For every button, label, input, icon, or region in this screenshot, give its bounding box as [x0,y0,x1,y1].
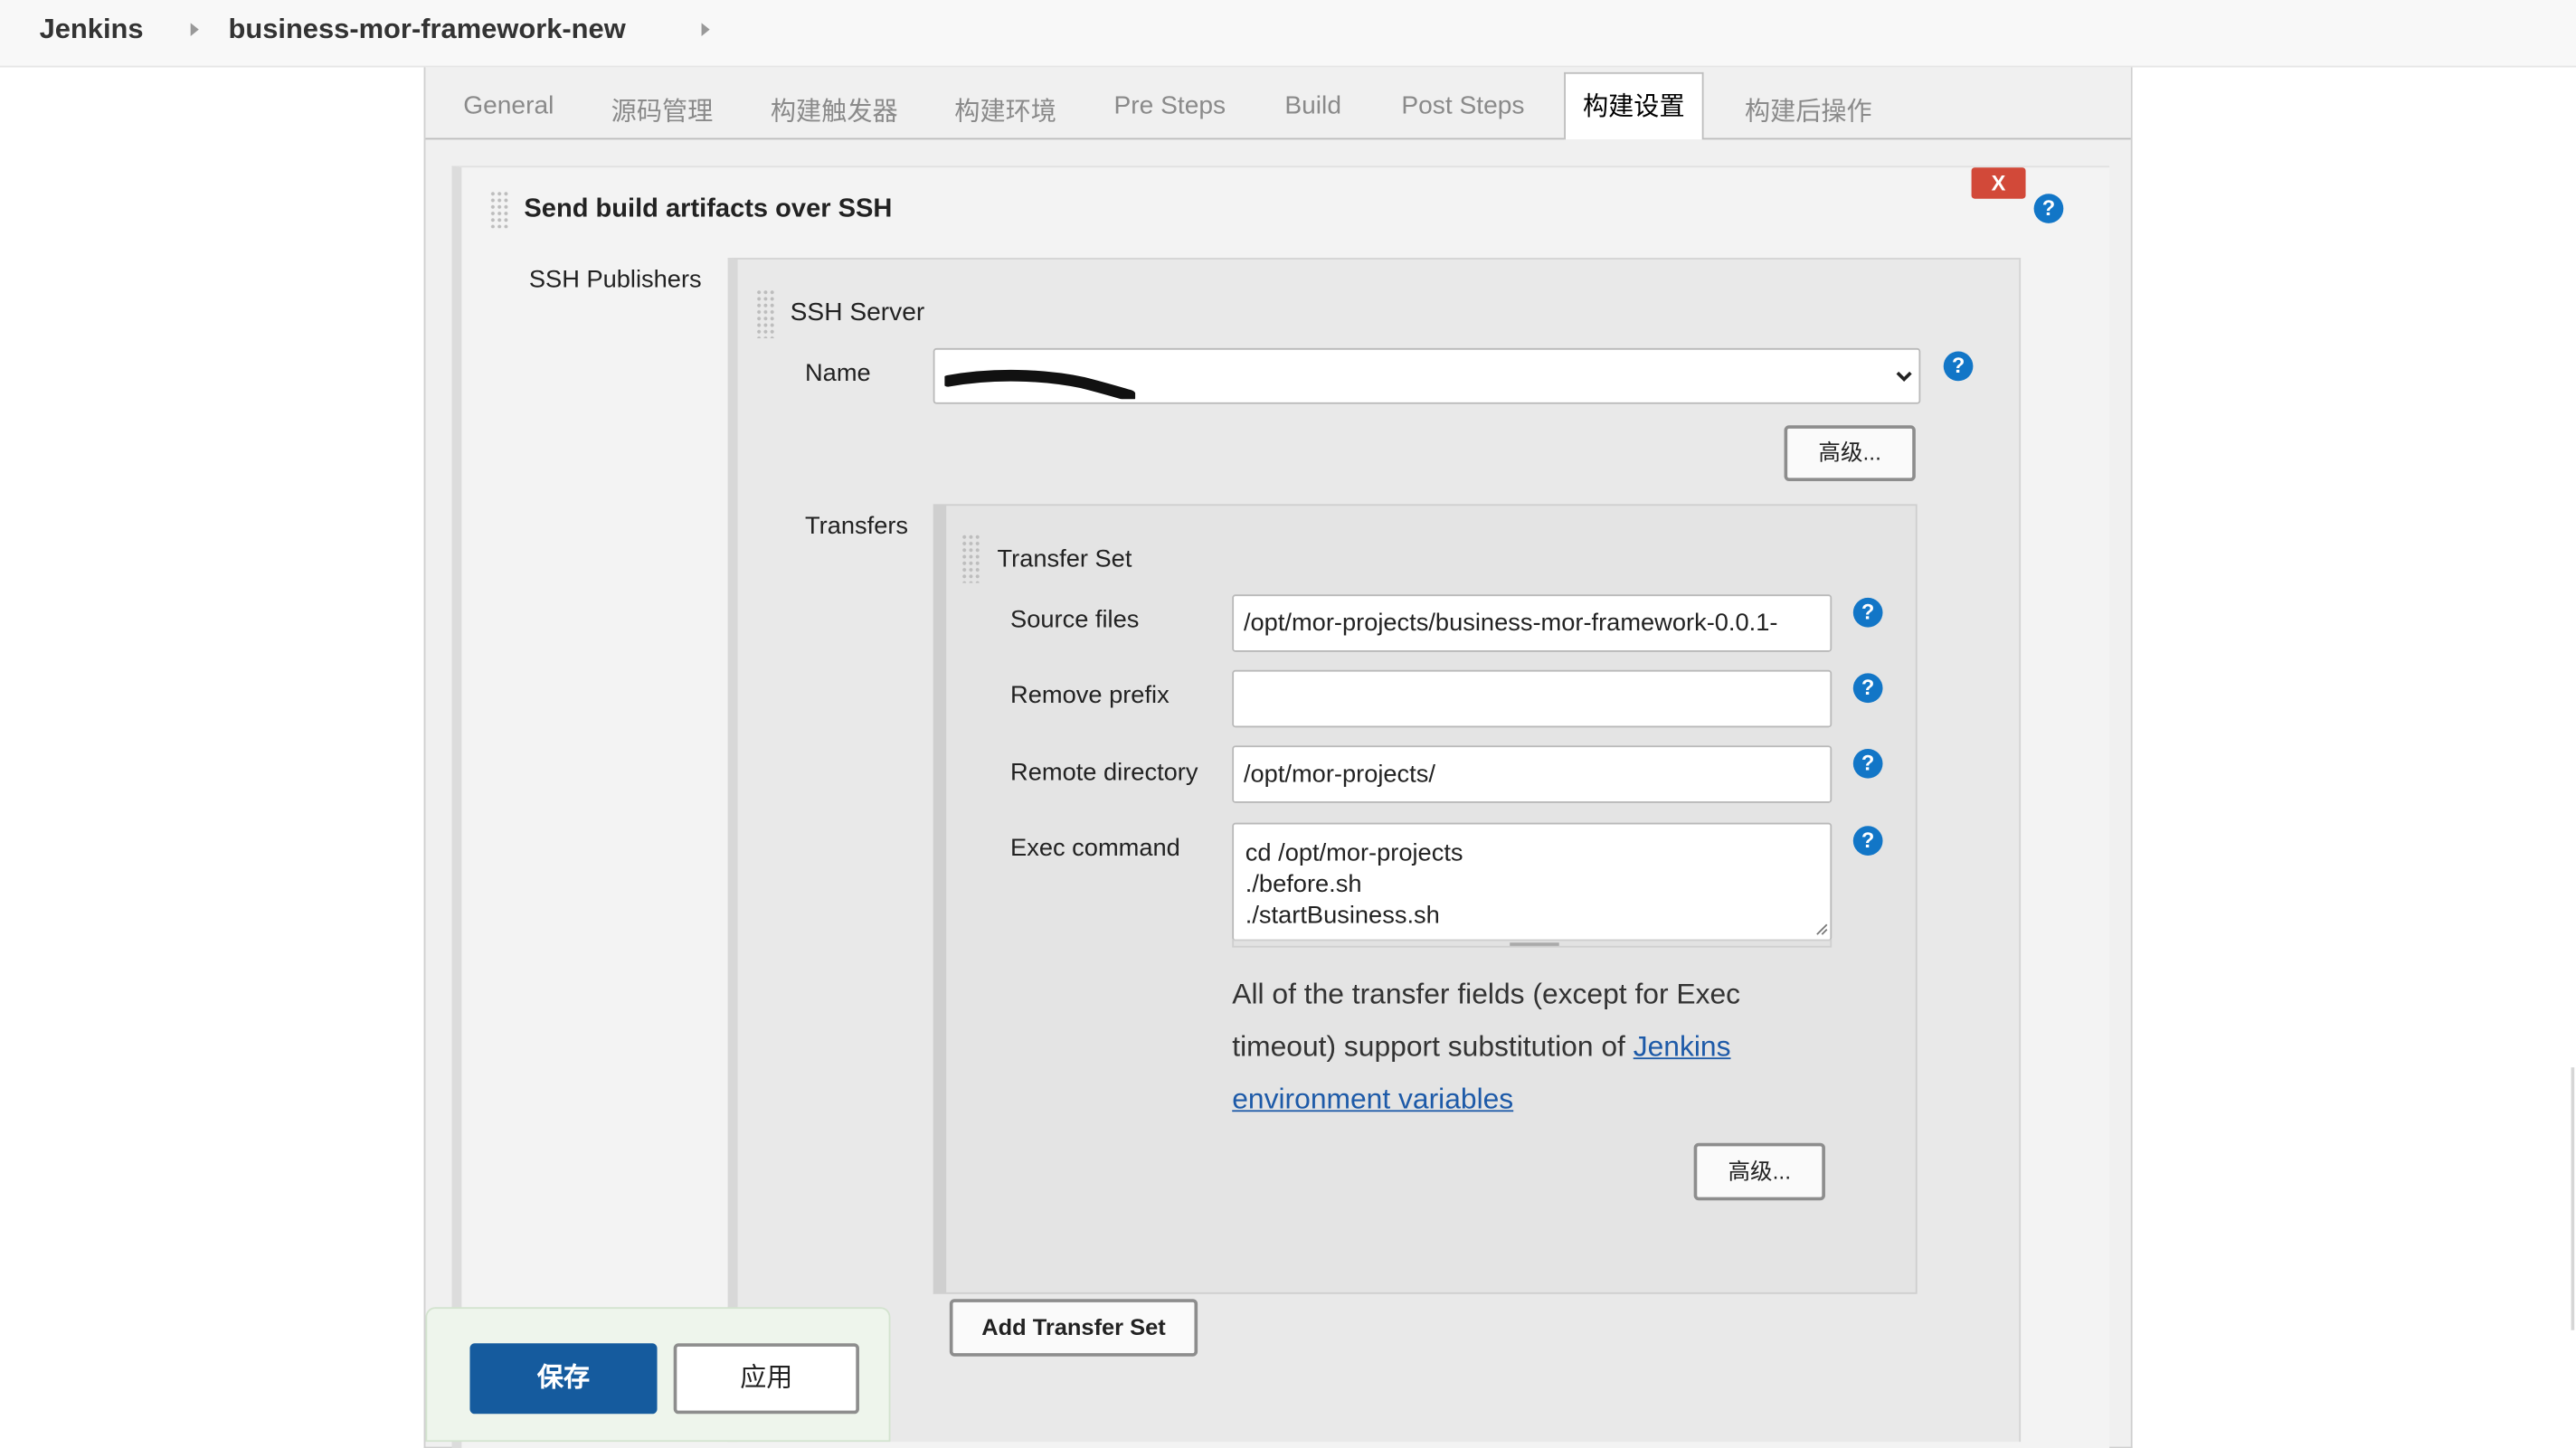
add-transfer-set-button[interactable]: Add Transfer Set [949,1299,1198,1357]
drag-handle-icon[interactable] [961,534,981,583]
tab-build[interactable]: Build [1284,92,1341,122]
breadcrumb-separator-icon[interactable] [701,23,710,36]
help-icon[interactable]: ? [1852,597,1883,628]
tab-build-triggers[interactable]: 构建触发器 [771,92,898,128]
breadcrumb-job[interactable]: business-mor-framework-new [228,14,625,46]
server-name-select[interactable] [933,347,1921,404]
ssh-advanced-button[interactable]: 高级... [1784,425,1916,481]
help-icon[interactable]: ? [1852,748,1883,779]
ssh-server-title: SSH Server [790,298,925,327]
tab-post-build-actions[interactable]: 构建后操作 [1745,92,1872,128]
exec-command-textarea[interactable]: cd /opt/mor-projects ./before.sh ./start… [1232,822,1833,942]
name-label: Name [805,359,871,388]
drag-handle-icon[interactable] [755,289,776,339]
exec-command-line: cd /opt/mor-projects [1245,838,1463,867]
help-icon[interactable]: ? [1943,351,1974,382]
tab-post-steps[interactable]: Post Steps [1401,92,1524,122]
redaction-mark-icon [944,369,1136,400]
delete-button[interactable]: X [1971,167,2026,199]
breadcrumb-jenkins[interactable]: Jenkins [40,14,144,46]
textarea-drag-bar[interactable] [1232,939,1833,948]
tab-build-settings[interactable]: 构建设置 [1564,71,1704,140]
help-icon[interactable]: ? [2033,194,2064,223]
tab-pre-steps[interactable]: Pre Steps [1113,92,1226,122]
exec-command-line: ./before.sh [1245,870,1362,899]
section-title: Send build artifacts over SSH [524,195,893,223]
transfer-note: All of the transfer fields (except for E… [1232,967,1823,1124]
exec-command-label: Exec command [1010,834,1180,863]
tab-source-code[interactable]: 源码管理 [611,92,714,128]
apply-button[interactable]: 应用 [673,1343,859,1415]
save-button[interactable]: 保存 [469,1343,658,1415]
scrollbar[interactable] [2571,1067,2575,1330]
resize-grip-icon[interactable] [1815,923,1829,936]
ssh-publishers-label: SSH Publishers [528,266,702,295]
transfer-set-title: Transfer Set [997,544,1132,573]
help-icon[interactable]: ? [1852,826,1883,856]
drag-bar-grip-icon [1510,942,1559,946]
remove-prefix-label: Remove prefix [1010,681,1170,710]
tab-general[interactable]: General [463,92,554,122]
transfers-label: Transfers [805,512,909,541]
remote-directory-input[interactable]: /opt/mor-projects/ [1232,745,1833,803]
transfer-advanced-button[interactable]: 高级... [1693,1142,1825,1201]
remove-prefix-input[interactable] [1232,669,1833,728]
tab-build-environment[interactable]: 构建环境 [954,92,1056,128]
chevron-down-icon [1896,371,1912,382]
exec-command-line: ./startBusiness.sh [1245,901,1440,930]
help-icon[interactable]: ? [1852,673,1883,704]
remote-directory-label: Remote directory [1010,758,1198,787]
source-files-label: Source files [1010,605,1140,634]
drag-handle-icon[interactable] [489,190,510,229]
source-files-input[interactable]: /opt/mor-projects/business-mor-framework… [1232,594,1833,652]
breadcrumb-separator-icon[interactable] [190,23,199,36]
